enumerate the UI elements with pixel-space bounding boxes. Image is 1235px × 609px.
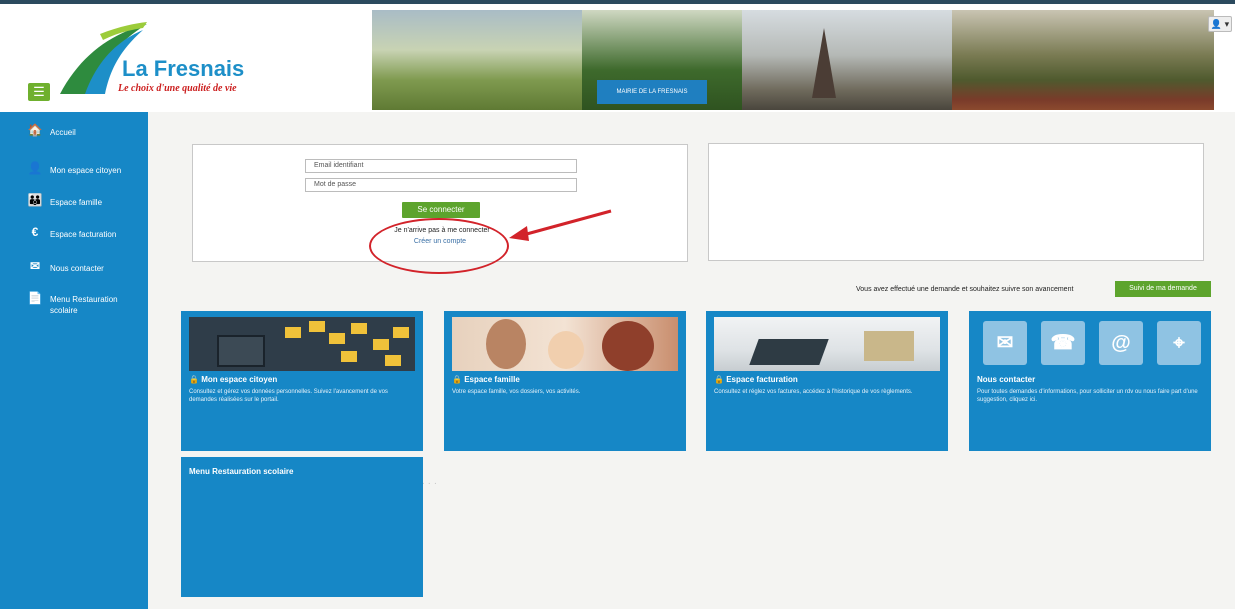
card-title: Menu Restauration scolaire [189,467,294,476]
sidebar-item-label: Espace facturation [50,230,117,239]
card-description: Pour toutes demandes d'informations, pou… [977,389,1198,403]
header-banner: MAIRIE DE LA FRESNAIS [372,10,1214,110]
sidebar-item-nous-contacter[interactable]: ✉ Nous contacter [0,256,148,280]
contact-card-image: ✉ ☎ @ ⌖ [977,317,1203,371]
card-title: 🔒 Mon espace citoyen [189,375,278,384]
card-espace-citoyen[interactable]: 🔒 Mon espace citoyen Consultez et gérez … [181,311,423,451]
banner-photo-church [742,10,952,110]
envelope-illustration [329,333,345,344]
banner-photo-village [952,10,1214,110]
envelope-icon: ✉ [29,259,41,273]
family-photo-baby [548,331,584,369]
header: La Fresnais Le choix d'une qualité de vi… [0,0,1235,112]
sidebar-item-menu-restauration[interactable]: 📄 Menu Restauration scolaire [0,288,148,318]
envelope-illustration [309,321,325,332]
card-title-text: Espace facturation [726,375,798,384]
family-icon: 👪 [27,193,43,207]
annotation-circle [369,218,509,274]
sidebar-item-accueil[interactable]: 🏠 Accueil [0,120,148,144]
follow-request-button[interactable]: Suivi de ma demande [1115,281,1211,297]
email-field[interactable]: Email identifiant [305,159,577,173]
sidebar-item-label: Accueil [50,128,76,137]
at-icon: @ [1099,321,1143,365]
user-icon: 👤 [27,161,43,175]
mail-icon: ✉ [983,321,1027,365]
billing-card-image [714,317,940,371]
card-title: 🔒 Espace famille [452,375,520,384]
family-card-image [452,317,678,371]
laptop-illustration [217,335,265,367]
card-title-text: Espace famille [464,375,520,384]
sidebar-item-label: Nous contacter [50,264,104,273]
sidebar: 🏠 Accueil 👤 Mon espace citoyen 👪 Espace … [0,112,148,609]
info-panel [708,143,1204,261]
annotation-arrow-icon [509,209,612,241]
envelope-illustration [393,327,409,338]
envelope-illustration [385,355,401,366]
menu-toggle-button[interactable]: ☰ [28,83,50,101]
sidebar-item-espace-facturation[interactable]: € Espace facturation [0,222,148,246]
sidebar-item-label: Mon espace citoyen [50,166,122,175]
town-hall-sign: MAIRIE DE LA FRESNAIS [597,80,707,104]
sidebar-item-label: Menu Restauration scolaire [50,295,118,315]
card-title: 🔒 Espace facturation [714,375,798,384]
follow-request-text: Vous avez effectué une demande et souhai… [856,286,1074,293]
card-title: Nous contacter [977,375,1036,384]
card-espace-famille[interactable]: 🔒 Espace famille Votre espace famille, v… [444,311,686,451]
logo-tagline: Le choix d'une qualité de vie [118,83,237,94]
login-button[interactable]: Se connecter [402,202,480,218]
citizen-card-image [189,317,415,371]
home-icon: 🏠 [27,123,43,137]
family-photo-parent [602,321,654,371]
user-menu-button[interactable]: 👤 ▾ [1208,16,1232,32]
sidebar-item-espace-famille[interactable]: 👪 Espace famille [0,190,148,214]
login-panel: Email identifiant Mot de passe Se connec… [192,144,688,274]
card-menu-restauration[interactable]: Menu Restauration scolaire [181,457,423,597]
church-spire [812,28,836,98]
banner-photo-fields [372,10,582,110]
card-espace-facturation[interactable]: 🔒 Espace facturation Consultez et réglez… [706,311,948,451]
envelope-illustration [341,351,357,362]
envelope-illustration [285,327,301,338]
password-field[interactable]: Mot de passe [305,178,577,192]
card-title-text: Mon espace citoyen [201,375,278,384]
location-pin-icon: ⌖ [1157,321,1201,365]
card-description: Consultez et réglez vos factures, accéde… [714,389,913,395]
sidebar-item-espace-citoyen[interactable]: 👤 Mon espace citoyen [0,158,148,182]
card-description: Votre espace famille, vos dossiers, vos … [452,389,581,395]
logo-title: La Fresnais [122,56,245,81]
card-nous-contacter[interactable]: ✉ ☎ @ ⌖ Nous contacter Pour toutes deman… [969,311,1211,451]
sidebar-item-label: Espace famille [50,198,103,207]
phone-icon: ☎ [1041,321,1085,365]
tablet-illustration [749,339,829,365]
family-photo-parent [486,319,526,369]
receipt-illustration [864,331,914,361]
euro-icon: € [31,225,39,239]
envelope-illustration [351,323,367,334]
envelope-illustration [373,339,389,350]
card-description: Consultez et gérez vos données personnel… [189,389,388,403]
